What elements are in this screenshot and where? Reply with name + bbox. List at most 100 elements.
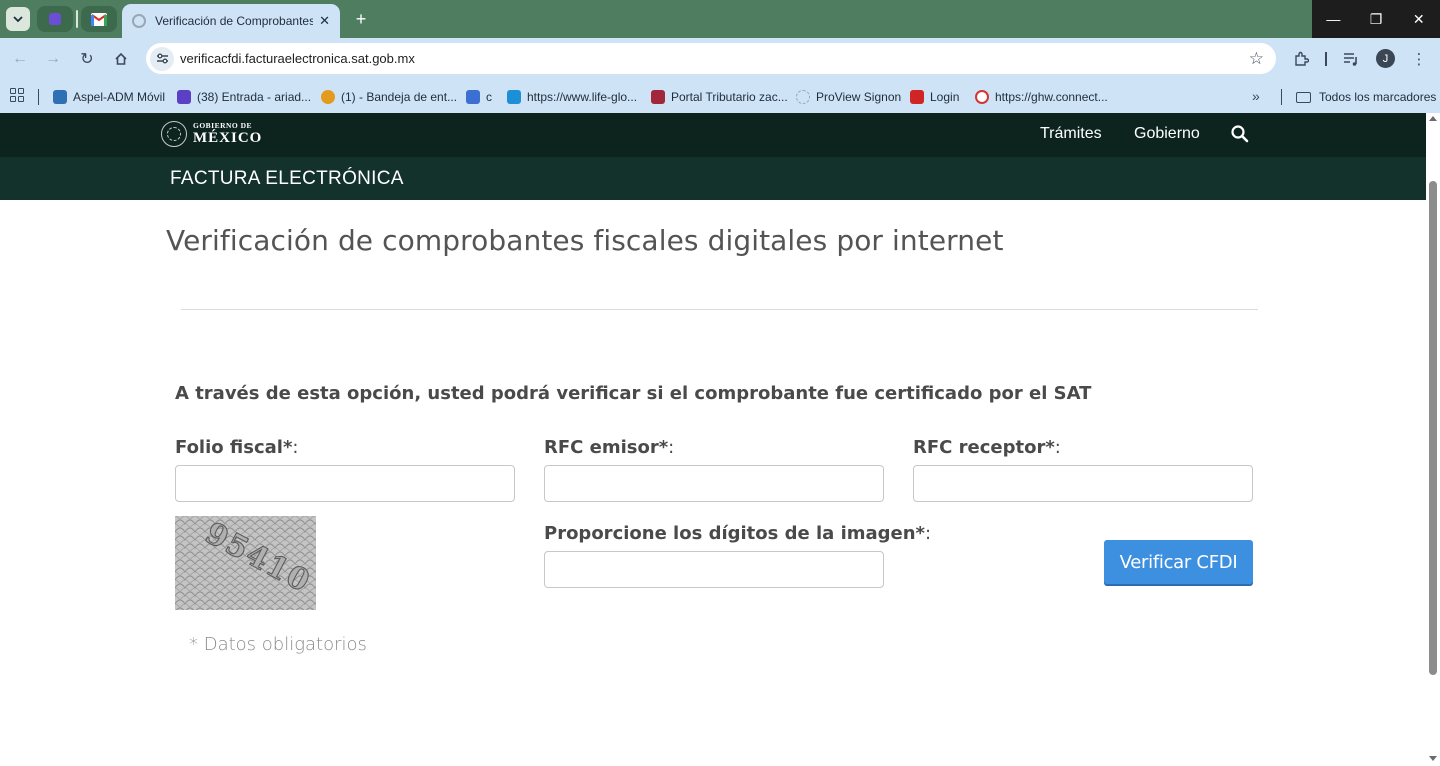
label-colon: :	[668, 437, 675, 458]
loading-favicon-icon	[132, 14, 146, 28]
bookmark-label: c	[486, 90, 492, 104]
section-title[interactable]: FACTURA ELECTRÓNICA	[170, 168, 404, 190]
label-colon: :	[292, 437, 299, 458]
tab-title: Verificación de Comprobantes Fiscales	[155, 14, 314, 28]
chevron-down-icon	[13, 16, 23, 23]
page-scrollbar[interactable]	[1426, 113, 1440, 766]
restore-icon[interactable]: ❐	[1355, 0, 1398, 38]
scroll-thumb[interactable]	[1429, 181, 1437, 675]
folio-label-text: Folio fiscal*	[175, 437, 293, 458]
minimize-icon[interactable]: —	[1312, 0, 1355, 38]
bookmarks-bar: Aspel-ADM Móvil (38) Entrada - ariad... …	[0, 80, 1440, 113]
new-tab-button[interactable]: +	[350, 8, 372, 30]
label-colon: :	[924, 523, 932, 544]
portal-icon	[651, 90, 665, 104]
bookmark-label: https://ghw.connect...	[995, 90, 1108, 104]
rfc-receptor-input[interactable]	[913, 465, 1253, 502]
more-bookmarks-icon[interactable]: »	[1252, 88, 1260, 104]
title-divider	[181, 309, 1258, 310]
media-control-icon[interactable]	[1340, 48, 1362, 70]
scroll-down-icon[interactable]	[1429, 756, 1437, 761]
folder-icon	[1296, 91, 1311, 103]
required-note: * Datos obligatorios	[189, 634, 367, 655]
bookmark-label: https://www.life-glo...	[527, 90, 638, 104]
browser-toolbar: ← → ↻ verificacfdi.facturaelectronica.sa…	[0, 38, 1440, 80]
bookmark-login[interactable]: Login	[910, 87, 959, 107]
bookmarks-separator	[1281, 89, 1282, 105]
verify-cfdi-button[interactable]: Verificar CFDI	[1104, 540, 1253, 584]
captcha-label-text: Proporcione los dígitos de la imagen*	[544, 523, 925, 544]
all-bookmarks-button[interactable]: Todos los marcadores	[1296, 87, 1436, 107]
reload-icon[interactable]: ↻	[76, 48, 98, 70]
bookmark-entrada[interactable]: (38) Entrada - ariad...	[177, 87, 311, 107]
back-icon[interactable]: ←	[9, 48, 31, 70]
bookmark-ghw[interactable]: https://ghw.connect...	[975, 87, 1108, 107]
search-icon[interactable]	[1230, 124, 1250, 144]
page-title: Verificación de comprobantes fiscales di…	[166, 224, 1004, 257]
pinned-tab-gmail[interactable]	[81, 6, 117, 32]
window-controls: — ❐ ✕	[1312, 0, 1440, 38]
gmail-icon	[91, 12, 107, 26]
captcha-label: Proporcione los dígitos de la imagen*:	[544, 523, 931, 544]
app-icon	[49, 13, 61, 25]
mail-icon	[177, 90, 191, 104]
nav-gobierno[interactable]: Gobierno	[1134, 125, 1200, 143]
seal-icon	[161, 121, 187, 147]
form-subtitle: A través de esta opción, usted podrá ver…	[175, 383, 1092, 404]
bookmark-aspel[interactable]: Aspel-ADM Móvil	[53, 87, 165, 107]
close-window-icon[interactable]: ✕	[1397, 0, 1440, 38]
bookmark-portal-tributario[interactable]: Portal Tributario zac...	[651, 87, 788, 107]
captcha-input[interactable]	[544, 551, 884, 588]
tab-separator	[76, 10, 78, 28]
people-icon	[466, 90, 480, 104]
bookmark-bandeja[interactable]: (1) - Bandeja de ent...	[321, 87, 457, 107]
tab-search-button[interactable]	[6, 7, 30, 31]
menu-kebab-icon[interactable]: ⋮	[1408, 48, 1430, 70]
close-tab-icon[interactable]: ✕	[319, 13, 330, 29]
extensions-icon[interactable]	[1290, 48, 1312, 70]
bookmark-label: Aspel-ADM Móvil	[73, 90, 166, 104]
bookmark-star-icon[interactable]: ☆	[1249, 49, 1264, 69]
bookmark-label: (38) Entrada - ariad...	[197, 90, 312, 104]
login-icon	[910, 90, 924, 104]
bookmark-proview[interactable]: ProView Signon	[796, 87, 901, 107]
bookmark-c[interactable]: c	[466, 87, 492, 107]
bookmark-life-glo[interactable]: https://www.life-glo...	[507, 87, 637, 107]
bookmark-label: Portal Tributario zac...	[671, 90, 788, 104]
logo-small-text: GOBIERNO DE	[193, 120, 253, 130]
gobierno-logo[interactable]: GOBIERNO DE MÉXICO	[161, 121, 262, 147]
address-bar[interactable]: verificacfdi.facturaelectronica.sat.gob.…	[146, 43, 1276, 74]
pinned-tab-1[interactable]	[37, 6, 73, 32]
label-colon: :	[1054, 437, 1061, 458]
toolbar-separator	[1325, 52, 1327, 66]
rfc-receptor-label: RFC receptor*:	[913, 437, 1061, 458]
life-icon	[507, 90, 521, 104]
folio-label: Folio fiscal*:	[175, 437, 298, 458]
active-tab[interactable]: Verificación de Comprobantes Fiscales ✕	[122, 4, 340, 38]
ghw-icon	[975, 90, 989, 104]
forward-icon[interactable]: →	[42, 48, 64, 70]
section-bar: FACTURA ELECTRÓNICA	[0, 157, 1426, 200]
rfc-emisor-label: RFC emisor*:	[544, 437, 674, 458]
nav-tramites[interactable]: Trámites	[1040, 125, 1102, 143]
bookmarks-separator	[38, 89, 39, 105]
scroll-up-icon[interactable]	[1429, 116, 1437, 121]
site-info-icon[interactable]	[150, 46, 174, 71]
bookmark-label: ProView Signon	[816, 90, 902, 104]
rfc-emisor-input[interactable]	[544, 465, 884, 502]
rfc-receptor-label-text: RFC receptor*	[913, 437, 1055, 458]
bookmark-label: (1) - Bandeja de ent...	[341, 90, 458, 104]
browser-tabstrip: Verificación de Comprobantes Fiscales ✕ …	[0, 0, 1440, 38]
page-viewport: GOBIERNO DE MÉXICO Trámites Gobierno FAC…	[0, 113, 1426, 766]
inbox-icon	[321, 90, 335, 104]
folio-fiscal-input[interactable]	[175, 465, 515, 502]
aspel-icon	[53, 90, 67, 104]
profile-avatar[interactable]: J	[1376, 49, 1395, 68]
rfc-emisor-label-text: RFC emisor*	[544, 437, 669, 458]
logo-big-text: MÉXICO	[193, 130, 263, 147]
bookmark-label: Login	[930, 90, 960, 104]
all-bookmarks-label: Todos los marcadores	[1319, 90, 1437, 104]
captcha-image: 95410	[175, 516, 316, 610]
home-icon[interactable]	[110, 48, 132, 70]
apps-grid-icon[interactable]	[10, 88, 24, 102]
